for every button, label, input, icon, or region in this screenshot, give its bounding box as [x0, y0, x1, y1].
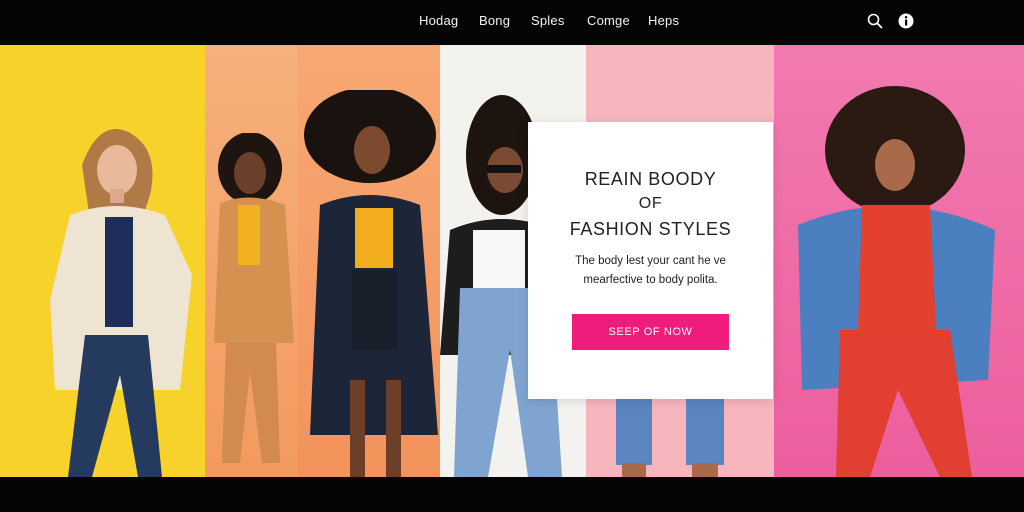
search-icon[interactable]: [866, 12, 884, 30]
model-navy-coat: [304, 90, 438, 477]
hero-banner: [0, 45, 1024, 477]
model-cream-coat: [50, 129, 192, 477]
info-icon[interactable]: [897, 12, 915, 30]
nav-link-sples[interactable]: Sples: [531, 13, 565, 28]
nav-link-comge[interactable]: Comge: [587, 13, 630, 28]
bottom-bar: [0, 477, 1024, 512]
shop-now-button[interactable]: SEEP OF NOW: [572, 314, 729, 350]
card-title-line-3: FASHION STYLES: [569, 219, 732, 239]
card-subtitle-line-2: mearfective to body polita.: [583, 274, 718, 286]
card-title-line-2: OF: [638, 195, 663, 212]
model-red-jumpsuit: [798, 86, 995, 477]
main-nav: Hodag Bong Sples Comge Heps: [0, 0, 1024, 45]
model-denim-legs: [616, 397, 724, 477]
nav-link-heps[interactable]: Heps: [648, 13, 679, 28]
card-title-line-1: REAIN BOODY: [584, 169, 717, 189]
card-subtitle-line-1: The body lest your cant he ve: [575, 255, 726, 267]
promo-card: REAIN BOODY OF FASHION STYLES The body l…: [528, 122, 773, 399]
nav-link-hodag[interactable]: Hodag: [419, 13, 458, 28]
model-caramel-suit: [214, 133, 294, 463]
nav-link-bong[interactable]: Bong: [479, 13, 510, 28]
